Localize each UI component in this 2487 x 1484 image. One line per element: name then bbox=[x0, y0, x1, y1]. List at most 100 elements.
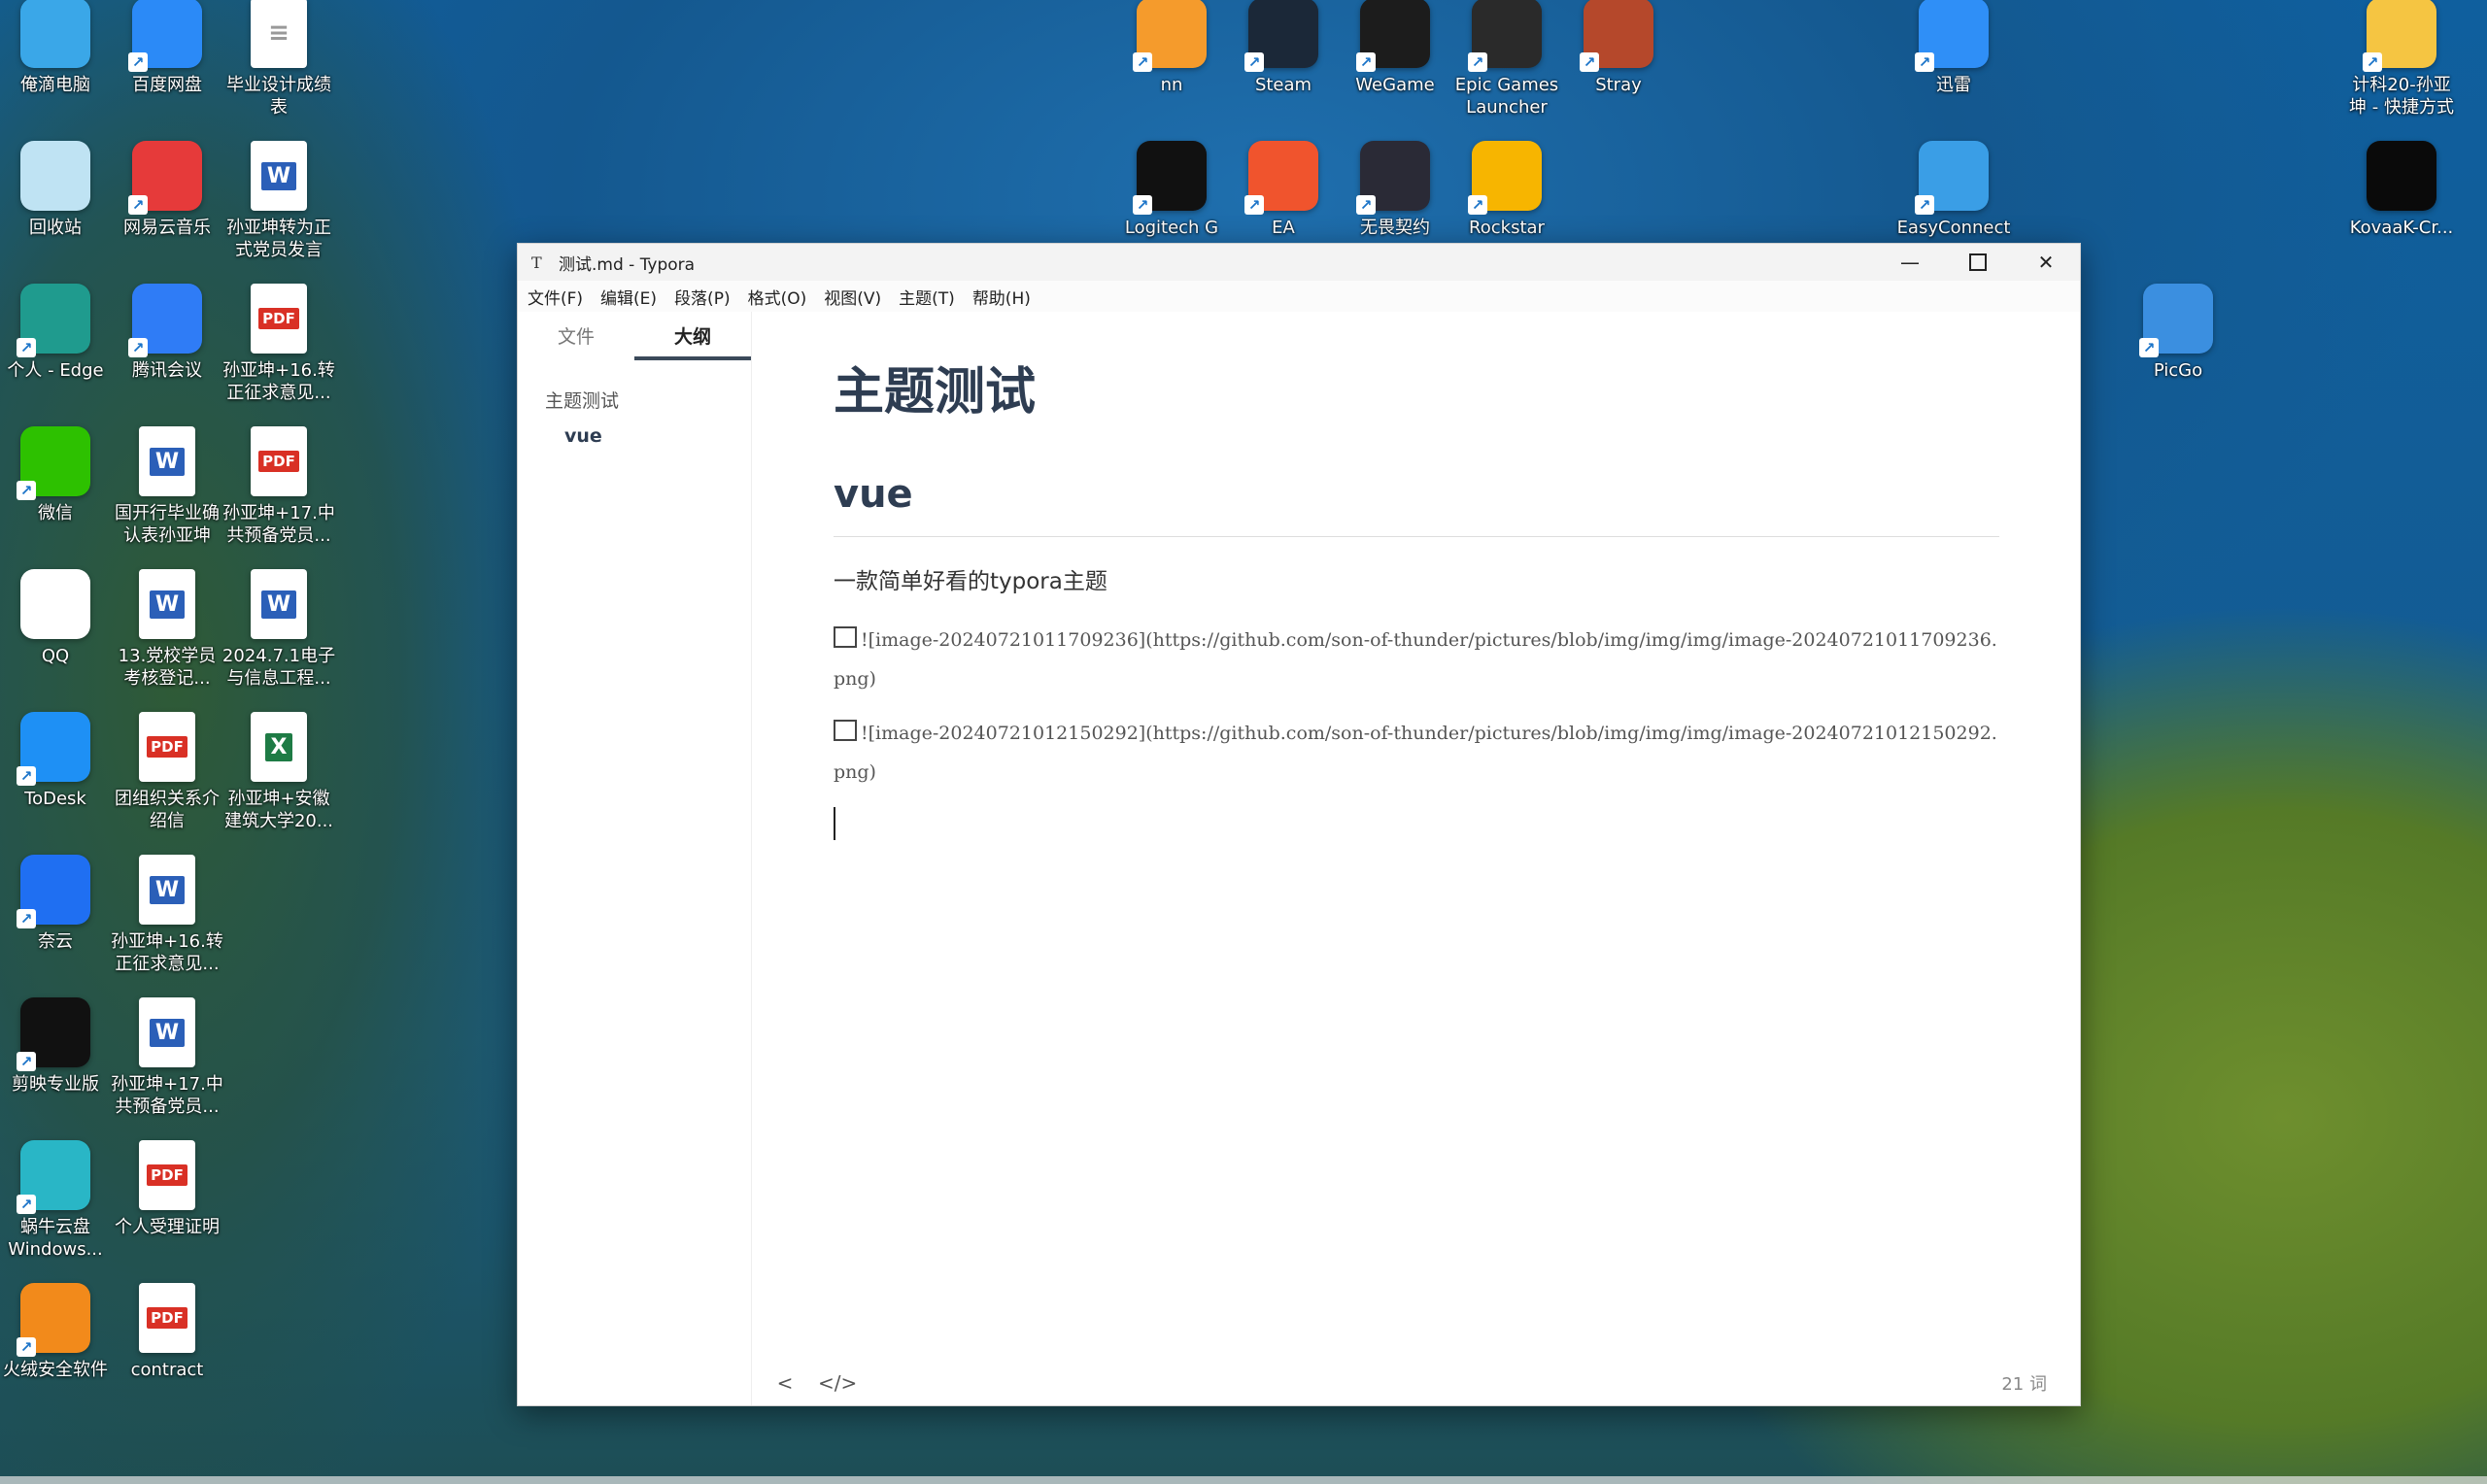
shortcut-arrow-icon: ↗ bbox=[1244, 195, 1264, 215]
desktop-icon-label: 剪映专业版 bbox=[12, 1074, 99, 1095]
desktop-icon-todesk[interactable]: ↗ ToDesk bbox=[0, 712, 112, 810]
desktop-icon-tencent-meeting[interactable]: ↗ 腾讯会议 bbox=[111, 284, 223, 382]
desktop-icon-document[interactable]: ≡ 毕业设计成绩 表 bbox=[222, 0, 335, 118]
desktop-icon-folder[interactable]: ↗ 计科20-孙亚 坤 - 快捷方式 bbox=[2345, 0, 2458, 118]
desktop-icon-excel[interactable]: X 孙亚坤+安徽 建筑大学20... bbox=[222, 712, 335, 832]
tencent-meeting-icon: ↗ bbox=[128, 284, 202, 357]
doc-heading-2[interactable]: vue bbox=[834, 472, 1999, 537]
desktop-icon-qq[interactable]: QQ bbox=[0, 569, 112, 667]
tab-outline[interactable]: 大纲 bbox=[634, 312, 751, 360]
toggle-sidebar-button[interactable]: < bbox=[771, 1371, 799, 1395]
desktop-icon-label: 网易云音乐 bbox=[123, 218, 211, 238]
epic-games-icon: ↗ bbox=[1468, 0, 1542, 72]
desktop-icon-stray[interactable]: ↗ Stray bbox=[1562, 0, 1675, 96]
menu-theme[interactable]: 主题(T) bbox=[899, 285, 955, 309]
desktop-icon-baidu-netdisk[interactable]: ↗ 百度网盘 bbox=[111, 0, 223, 96]
desktop-icon-naiyun[interactable]: ↗ 奈云 bbox=[0, 855, 112, 953]
desktop-icon-label: nn bbox=[1160, 75, 1183, 95]
document-content[interactable]: 主题测试 vue 一款简单好看的typora主题 ![image-2024072… bbox=[834, 351, 1999, 840]
ea-icon: ↗ bbox=[1244, 141, 1318, 215]
title-bar[interactable]: T 测试.md - Typora — ✕ bbox=[518, 244, 2080, 281]
shortcut-arrow-icon: ↗ bbox=[2363, 52, 2382, 72]
desktop-icon-xunlei[interactable]: ↗ 迅雷 bbox=[1897, 0, 2010, 96]
shortcut-arrow-icon: ↗ bbox=[17, 1052, 36, 1071]
desktop-icon-ea[interactable]: ↗ EA bbox=[1227, 141, 1340, 239]
desktop-icon-pdf[interactable]: PDF 团组织关系介 绍信 bbox=[111, 712, 223, 832]
shortcut-arrow-icon: ↗ bbox=[17, 1195, 36, 1214]
minimize-button[interactable]: — bbox=[1876, 244, 1944, 281]
desktop-icon-logitech-g[interactable]: ↗ Logitech G bbox=[1115, 141, 1228, 239]
pdf-icon-glyph: PDF bbox=[147, 736, 187, 758]
desktop-icon-huorong[interactable]: ↗ 火绒安全软件 bbox=[0, 1283, 112, 1381]
shortcut-arrow-icon: ↗ bbox=[1915, 52, 1934, 72]
desktop-icon-pdf[interactable]: PDF 个人受理证明 bbox=[111, 1140, 223, 1238]
menu-edit[interactable]: 编辑(E) bbox=[600, 285, 657, 309]
maximize-button[interactable] bbox=[1944, 244, 2012, 281]
desktop-icon-netease-music[interactable]: ↗ 网易云音乐 bbox=[111, 141, 223, 239]
image-markdown-2[interactable]: ![image-20240721012150292](https://githu… bbox=[834, 714, 1999, 792]
desktop-icon-label: 蜗牛云盘 Windows... bbox=[8, 1217, 103, 1260]
desktop-icon-label: 奈云 bbox=[38, 931, 73, 952]
desktop-icon-capcut[interactable]: ↗ 剪映专业版 bbox=[0, 997, 112, 1096]
valorant-icon: ↗ bbox=[1356, 141, 1430, 215]
desktop-icon-label: QQ bbox=[41, 646, 70, 666]
doc-heading-1[interactable]: 主题测试 bbox=[834, 351, 1999, 423]
desktop-icon-label: 腾讯会议 bbox=[132, 360, 202, 381]
desktop-icon-word-doc[interactable]: W 国开行毕业确 认表孙亚坤 bbox=[111, 426, 223, 547]
desktop-icon-edge[interactable]: ↗ 个人 - Edge bbox=[0, 284, 112, 382]
shortcut-arrow-icon: ↗ bbox=[17, 909, 36, 928]
desktop-icon-recycle-bin[interactable]: 回收站 bbox=[0, 141, 112, 239]
desktop-icon-pdf[interactable]: PDF 孙亚坤+16.转 正征求意见... bbox=[222, 284, 335, 404]
desktop-icon-wechat[interactable]: ↗ 微信 bbox=[0, 426, 112, 524]
baidu-netdisk-icon: ↗ bbox=[128, 0, 202, 72]
image-markdown-1-text: ![image-20240721011709236](https://githu… bbox=[834, 629, 1997, 690]
menu-file[interactable]: 文件(F) bbox=[528, 285, 583, 309]
desktop-icon-label: Stray bbox=[1595, 75, 1642, 95]
huorong-icon: ↗ bbox=[17, 1283, 90, 1357]
doc-paragraph[interactable]: 一款简单好看的typora主题 bbox=[834, 562, 1999, 595]
word-count[interactable]: 21 词 bbox=[2001, 1370, 2047, 1396]
shortcut-arrow-icon: ↗ bbox=[2139, 338, 2159, 357]
shortcut-arrow-icon: ↗ bbox=[17, 766, 36, 786]
easyconnect-icon: ↗ bbox=[1915, 141, 1989, 215]
desktop-icon-label: 团组织关系介 绍信 bbox=[115, 789, 220, 831]
desktop-icon-valorant[interactable]: ↗ 无畏契约 bbox=[1339, 141, 1451, 239]
menu-format[interactable]: 格式(O) bbox=[748, 285, 807, 309]
source-code-mode-button[interactable]: </> bbox=[818, 1371, 857, 1395]
image-markdown-1[interactable]: ![image-20240721011709236](https://githu… bbox=[834, 621, 1999, 698]
desktop-icon-word-doc[interactable]: W 孙亚坤+16.转 正征求意见... bbox=[111, 855, 223, 975]
tab-files[interactable]: 文件 bbox=[518, 312, 634, 358]
desktop-icon-snail-cloud[interactable]: ↗ 蜗牛云盘 Windows... bbox=[0, 1140, 112, 1261]
word-doc-icon-glyph: W bbox=[149, 875, 186, 904]
desktop-icon-word-doc[interactable]: W 孙亚坤转为正 式党员发言 bbox=[222, 141, 335, 261]
desktop-icon-label: Logitech G bbox=[1124, 218, 1219, 238]
document-icon-glyph: ≡ bbox=[268, 18, 290, 48]
desktop-icon-computer[interactable]: 俺滴电脑 bbox=[0, 0, 112, 96]
desktop-icon-steam[interactable]: ↗ Steam bbox=[1227, 0, 1340, 96]
desktop-icon-easyconnect[interactable]: ↗ EasyConnect bbox=[1897, 141, 2010, 239]
pdf-icon-glyph: PDF bbox=[147, 1164, 187, 1186]
taskbar-edge bbox=[0, 1476, 2487, 1484]
desktop-icon-label: 孙亚坤+17.中 共预备党员... bbox=[111, 1074, 223, 1117]
editor-area[interactable]: 主题测试 vue 一款简单好看的typora主题 ![image-2024072… bbox=[752, 312, 2080, 1405]
close-button[interactable]: ✕ bbox=[2012, 244, 2080, 281]
desktop-icon-pdf[interactable]: PDF contract bbox=[111, 1283, 223, 1381]
desktop-icon-word-doc[interactable]: W 13.党校学员 考核登记... bbox=[111, 569, 223, 690]
desktop-icon-word-doc[interactable]: W 2024.7.1电子 与信息工程... bbox=[222, 569, 335, 690]
desktop-icon-nn-accelerator[interactable]: ↗ nn bbox=[1115, 0, 1228, 96]
desktop-icon-kovaak[interactable]: KovaaK-Cr... bbox=[2345, 141, 2458, 239]
menu-paragraph[interactable]: 段落(P) bbox=[674, 285, 731, 309]
menu-help[interactable]: 帮助(H) bbox=[972, 285, 1031, 309]
desktop-icon-pdf[interactable]: PDF 孙亚坤+17.中 共预备党员... bbox=[222, 426, 335, 547]
desktop-icon-word-doc[interactable]: W 孙亚坤+17.中 共预备党员... bbox=[111, 997, 223, 1118]
desktop-icon-rockstar[interactable]: ↗ Rockstar bbox=[1450, 141, 1563, 239]
shortcut-arrow-icon: ↗ bbox=[1133, 52, 1152, 72]
menu-view[interactable]: 视图(V) bbox=[824, 285, 881, 309]
desktop-icon-label: EasyConnect bbox=[1896, 218, 2011, 238]
desktop-icon-wegame[interactable]: ↗ WeGame bbox=[1339, 0, 1451, 96]
desktop-icon-picgo[interactable]: ↗ PicGo bbox=[2122, 284, 2234, 382]
desktop-icon-epic-games[interactable]: ↗ Epic Games Launcher bbox=[1450, 0, 1563, 118]
outline-item-h1[interactable]: 主题测试 bbox=[518, 384, 751, 419]
desktop-icon-label: 孙亚坤+17.中 共预备党员... bbox=[222, 503, 335, 546]
outline-item-h2[interactable]: vue bbox=[518, 419, 751, 454]
